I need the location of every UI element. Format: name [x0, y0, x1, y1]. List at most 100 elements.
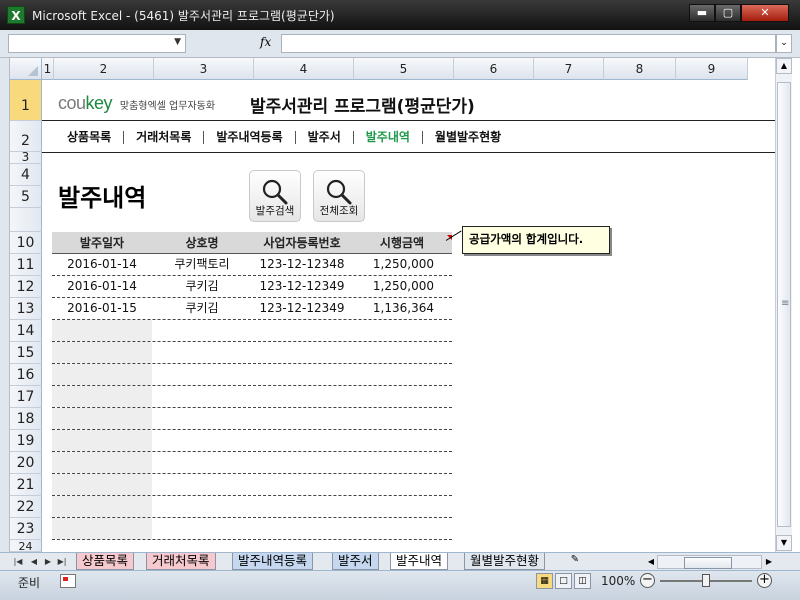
row-header[interactable]: 14 [10, 320, 42, 342]
formula-input[interactable] [281, 34, 776, 53]
table-row[interactable] [52, 364, 452, 386]
cell-company[interactable]: 쿠키김 [152, 276, 252, 297]
row-header[interactable]: 3 [10, 151, 42, 164]
empty-cell[interactable] [52, 342, 152, 363]
row-header[interactable]: 16 [10, 364, 42, 386]
close-button[interactable]: ✕ [741, 4, 789, 22]
macro-record-icon[interactable] [60, 574, 76, 588]
cell-amount[interactable]: 1,136,364 [352, 298, 452, 319]
zoom-slider-thumb[interactable] [702, 574, 710, 587]
name-box[interactable]: ▼ [8, 34, 186, 53]
cell-business-number[interactable]: 123-12-12349 [252, 298, 352, 319]
row-header[interactable]: 23 [10, 518, 42, 540]
chevron-down-icon[interactable]: ▼ [174, 37, 181, 47]
page-layout-view-button[interactable]: □ [555, 573, 572, 589]
row-header[interactable]: 10 [10, 232, 42, 254]
empty-cell[interactable] [52, 518, 152, 539]
sheet-tab-order-form[interactable]: 발주서 [332, 553, 379, 570]
empty-cell[interactable] [52, 496, 152, 517]
row-header[interactable]: 17 [10, 386, 42, 408]
row-header[interactable]: 12 [10, 276, 42, 298]
scrollbar-thumb[interactable] [684, 557, 732, 569]
sheet-tab-order-entry[interactable]: 발주내역등록 [232, 553, 314, 570]
first-sheet-icon[interactable]: |◀ [12, 555, 24, 568]
column-header[interactable]: 9 [676, 58, 748, 80]
scroll-left-button[interactable]: ◀ [645, 555, 657, 569]
column-header[interactable]: 1 [42, 58, 54, 80]
row-header[interactable]: 21 [10, 474, 42, 496]
cell-order-date[interactable]: 2016-01-14 [52, 276, 152, 297]
order-search-button[interactable]: 발주검색 [249, 170, 301, 222]
column-header[interactable]: 2 [54, 58, 154, 80]
scrollbar-track[interactable] [657, 555, 762, 569]
table-row[interactable] [52, 430, 452, 452]
zoom-in-button[interactable]: + [757, 573, 772, 588]
function-icon[interactable]: fx [260, 35, 271, 49]
maximize-button[interactable]: ▢ [715, 4, 741, 22]
zoom-out-button[interactable]: − [640, 573, 655, 588]
empty-cell[interactable] [52, 430, 152, 451]
sheet-tab-products[interactable]: 상품목록 [76, 553, 135, 570]
sheet-tab-order-history[interactable]: 발주내역 [390, 553, 449, 570]
zoom-level[interactable]: 100% [601, 574, 635, 588]
cell-business-number[interactable]: 123-12-12349 [252, 276, 352, 297]
row-header[interactable]: 4 [10, 164, 42, 186]
scrollbar-thumb[interactable]: ≡ [777, 82, 791, 527]
sheet-tab-clients[interactable]: 거래처목록 [146, 553, 216, 570]
cell-company[interactable]: 쿠키김 [152, 298, 252, 319]
row-header[interactable]: 18 [10, 408, 42, 430]
cell-order-date[interactable]: 2016-01-14 [52, 254, 152, 275]
table-row[interactable] [52, 408, 452, 430]
table-row[interactable]: 2016-01-15 쿠키김 123-12-12349 1,136,364 [52, 298, 452, 320]
table-row[interactable] [52, 474, 452, 496]
nav-item-order-history[interactable]: 발주내역 [357, 128, 419, 145]
column-header[interactable]: 5 [354, 58, 454, 80]
nav-item-monthly-status[interactable]: 월별발주현황 [426, 128, 510, 145]
table-row[interactable] [52, 386, 452, 408]
cell-amount[interactable]: 1,250,000 [352, 254, 452, 275]
empty-cell[interactable] [52, 364, 152, 385]
table-row[interactable] [52, 518, 452, 540]
table-row[interactable] [52, 342, 452, 364]
insert-sheet-icon[interactable]: ✎ [566, 554, 584, 569]
table-row[interactable]: 2016-01-14 쿠키김 123-12-12349 1,250,000 [52, 276, 452, 298]
column-header[interactable]: 6 [454, 58, 534, 80]
row-header[interactable]: 24 [10, 540, 42, 552]
column-header[interactable]: 3 [154, 58, 254, 80]
scroll-up-button[interactable]: ▲ [776, 58, 792, 74]
empty-cell[interactable] [52, 320, 152, 341]
nav-item-order-entry[interactable]: 발주내역등록 [207, 128, 291, 145]
row-header[interactable]: 2 [10, 121, 42, 152]
horizontal-scrollbar[interactable]: ◀ ▶ [645, 555, 775, 569]
vertical-scrollbar[interactable]: ▲ ≡ ▼ [775, 58, 792, 552]
table-row[interactable] [52, 320, 452, 342]
scroll-down-button[interactable]: ▼ [776, 535, 792, 551]
cell-order-date[interactable]: 2016-01-15 [52, 298, 152, 319]
excel-icon[interactable]: X [7, 6, 25, 24]
table-row[interactable] [52, 452, 452, 474]
prev-sheet-icon[interactable]: ◀ [28, 555, 40, 568]
table-row[interactable] [52, 496, 452, 518]
row-header[interactable]: 13 [10, 298, 42, 320]
expand-formula-bar-button[interactable]: ⌄ [776, 34, 792, 53]
nav-item-clients[interactable]: 거래처목록 [127, 128, 200, 145]
table-row[interactable]: 2016-01-14 쿠키팩토리 123-12-12348 1,250,000 [52, 254, 452, 276]
empty-cell[interactable] [52, 408, 152, 429]
row-header[interactable]: 11 [10, 254, 42, 276]
last-sheet-icon[interactable]: ▶| [56, 555, 68, 568]
row-header[interactable]: 5 [10, 186, 42, 208]
nav-item-products[interactable]: 상품목록 [58, 128, 120, 145]
row-header[interactable]: 20 [10, 452, 42, 474]
column-header[interactable]: 8 [604, 58, 676, 80]
next-sheet-icon[interactable]: ▶ [42, 555, 54, 568]
empty-cell[interactable] [52, 386, 152, 407]
hidden-rows[interactable] [10, 208, 42, 232]
empty-cell[interactable] [52, 452, 152, 473]
row-header[interactable]: 1 [10, 80, 42, 121]
nav-item-order-form[interactable]: 발주서 [299, 128, 350, 145]
minimize-button[interactable]: ▬ [689, 4, 715, 22]
row-header[interactable]: 15 [10, 342, 42, 364]
view-all-button[interactable]: 전체조회 [313, 170, 365, 222]
sheet-tab-monthly-status[interactable]: 월별발주현황 [464, 553, 546, 570]
scroll-right-button[interactable]: ▶ [763, 555, 775, 569]
